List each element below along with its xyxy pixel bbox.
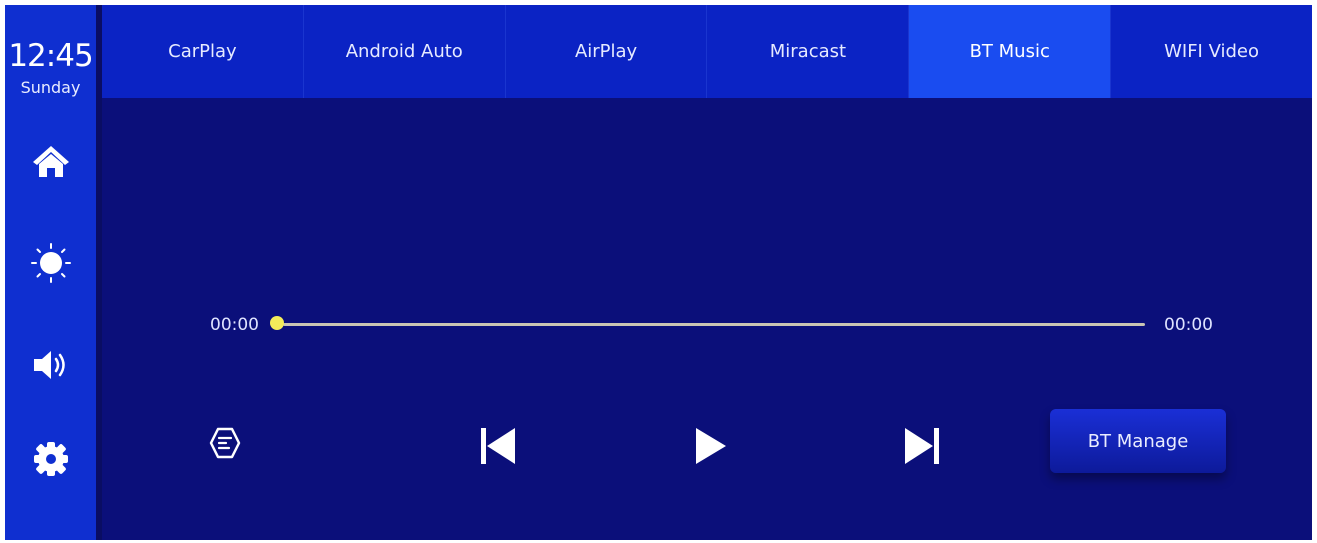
sidebar: 12:45 Sunday <box>5 5 96 540</box>
playlist-icon <box>209 427 241 459</box>
gear-icon <box>34 442 68 476</box>
progress-knob[interactable] <box>270 316 284 330</box>
brightness-icon <box>31 243 71 283</box>
tab-bt-music[interactable]: BT Music <box>909 5 1112 98</box>
volume-icon <box>34 351 65 379</box>
settings-button[interactable] <box>25 433 77 485</box>
player-area: 00:00 00:00 BT Manage <box>102 98 1312 540</box>
clock-time: 12:45 <box>8 38 93 74</box>
next-button[interactable] <box>898 421 948 471</box>
tab-android-auto[interactable]: Android Auto <box>304 5 506 98</box>
bt-manage-button[interactable]: BT Manage <box>1050 409 1226 473</box>
source-tabs: CarPlay Android Auto AirPlay Miracast BT… <box>102 5 1312 98</box>
tab-carplay[interactable]: CarPlay <box>102 5 304 98</box>
play-icon <box>696 428 726 464</box>
skip-previous-icon <box>481 428 515 464</box>
previous-button[interactable] <box>472 421 522 471</box>
progress-track[interactable] <box>283 323 1145 326</box>
brightness-button[interactable] <box>25 237 77 289</box>
duration-time: 00:00 <box>1164 315 1213 335</box>
home-button[interactable] <box>25 135 77 187</box>
playlist-button[interactable] <box>205 423 245 463</box>
volume-button[interactable] <box>25 339 77 391</box>
play-button[interactable] <box>685 421 735 471</box>
home-icon <box>33 146 69 177</box>
elapsed-time: 00:00 <box>210 315 259 335</box>
tab-miracast[interactable]: Miracast <box>707 5 910 98</box>
skip-next-icon <box>905 428 939 464</box>
tab-airplay[interactable]: AirPlay <box>506 5 708 98</box>
clock-day: Sunday <box>20 78 81 97</box>
bt-music-screen: 12:45 Sunday CarPlay Android Auto AirPla… <box>5 5 1312 540</box>
tab-wifi-video[interactable]: WIFI Video <box>1111 5 1312 98</box>
